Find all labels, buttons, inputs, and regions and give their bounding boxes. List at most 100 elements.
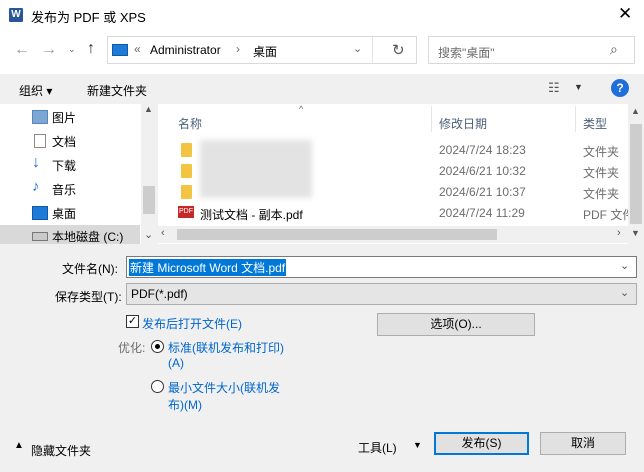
sidebar-item-desktop[interactable]: 桌面 (30, 202, 140, 224)
publish-button[interactable]: 发布(S) (434, 432, 529, 455)
recent-dropdown-icon[interactable]: ⌄ (68, 44, 76, 55)
desktop-icon (112, 44, 128, 56)
optimize-minimum-radio[interactable] (151, 380, 164, 393)
word-icon: W (9, 8, 23, 22)
scroll-down-icon[interactable]: ▼ (631, 228, 640, 238)
up-arrow-icon[interactable]: ↑ (87, 40, 95, 58)
download-icon: ↓ (32, 154, 40, 171)
breadcrumb-item-administrator[interactable]: Administrator (150, 43, 221, 57)
column-header-date[interactable]: 修改日期 (439, 115, 487, 132)
sidebar-item-label: 图片 (52, 110, 77, 125)
search-icon[interactable]: ⌕ (610, 41, 618, 58)
table-row[interactable]: 2024/6/21 10:37 文件夹 (158, 182, 628, 203)
optimize-minimum-label-cont[interactable]: 布)(M) (168, 396, 202, 413)
file-date: 2024/6/21 10:32 (439, 164, 526, 178)
organize-button[interactable]: 组织 ▾ (19, 82, 52, 99)
sidebar-scrollbar[interactable] (141, 104, 158, 244)
optimize-minimum-label[interactable]: 最小文件大小(联机发 (168, 379, 280, 396)
search-input[interactable]: 搜索"桌面" (438, 44, 495, 61)
open-after-publish-checkbox[interactable]: ✓ (126, 315, 139, 328)
filetype-label: 保存类型(T): (55, 290, 122, 304)
scroll-right-icon[interactable]: › (617, 227, 621, 239)
folder-icon (181, 143, 192, 157)
file-date: 2024/6/21 10:37 (439, 185, 526, 199)
scrollbar-thumb[interactable] (143, 186, 155, 214)
view-options-icon[interactable]: ☷ (548, 80, 560, 96)
optimize-label: 优化: (118, 341, 146, 355)
column-header-name[interactable]: 名称 (178, 115, 202, 132)
window-title: 发布为 PDF 或 XPS (31, 10, 146, 25)
table-row[interactable]: 2024/6/21 10:32 文件夹 (158, 161, 628, 182)
sidebar-item-documents[interactable]: 文档 (30, 130, 140, 152)
file-list: ^ 名称 修改日期 类型 2024/7/24 18:23 文件夹 2024/6/… (158, 104, 634, 243)
breadcrumb-item-desktop[interactable]: 桌面 (253, 43, 277, 60)
sidebar-item-music[interactable]: ♪ 音乐 (30, 178, 140, 200)
table-row[interactable]: PDF 测试文档 - 副本.pdf 2024/7/24 11:29 PDF 文件 (158, 203, 634, 224)
close-icon[interactable]: ✕ (618, 4, 632, 24)
breadcrumb-chevron-icon[interactable]: › (236, 42, 240, 56)
music-icon: ♪ (32, 178, 40, 195)
optimize-standard-radio[interactable] (151, 340, 164, 353)
title-bar: W 发布为 PDF 或 XPS ✕ (0, 0, 644, 31)
sidebar-item-label: 文档 (52, 134, 77, 149)
scroll-down-icon[interactable]: ⌄ (144, 228, 153, 241)
divider (431, 106, 432, 132)
sidebar-item-label: 本地磁盘 (C:) (52, 229, 124, 244)
sidebar-item-label: 下载 (52, 158, 77, 173)
sidebar-item-label: 音乐 (52, 182, 77, 197)
table-row[interactable]: 2024/7/24 18:23 文件夹 (158, 140, 628, 161)
drive-icon (32, 232, 48, 241)
new-folder-button[interactable]: 新建文件夹 (87, 82, 147, 99)
filetype-value: PDF(*.pdf) (131, 287, 188, 301)
divider (575, 106, 576, 132)
column-header-type[interactable]: 类型 (583, 115, 607, 132)
file-type: 文件夹 (583, 187, 620, 201)
chevron-down-icon[interactable]: ▼ (574, 82, 583, 92)
scroll-up-icon[interactable]: ▲ (631, 106, 640, 116)
navigation-pane: 图片 文档 ↓ 下载 ♪ 音乐 桌面 本地磁盘 (C:) ▲ ⌄ (0, 104, 158, 247)
hide-folders-button[interactable]: 隐藏文件夹 (31, 442, 91, 459)
options-button[interactable]: 选项(O)... (377, 313, 535, 336)
tools-button[interactable]: 工具(L) (358, 439, 397, 456)
sidebar-item-downloads[interactable]: ↓ 下载 (30, 154, 140, 176)
open-after-publish-label[interactable]: 发布后打开文件(E) (142, 315, 242, 332)
breadcrumb-prefix: « (134, 42, 141, 56)
filename-field[interactable]: 新建 Microsoft Word 文档.pdf ⌄ (126, 256, 637, 278)
save-options-panel: 文件名(N): 新建 Microsoft Word 文档.pdf ⌄ 保存类型(… (0, 244, 644, 472)
search-box[interactable]: 搜索"桌面" ⌕ (428, 36, 635, 64)
folder-icon (181, 185, 192, 199)
radio-dot (155, 344, 160, 349)
file-date: 2024/7/24 11:29 (439, 206, 525, 220)
chevron-up-icon[interactable]: ▲ (14, 440, 24, 451)
chevron-down-icon[interactable]: ⌄ (620, 286, 629, 299)
cancel-button[interactable]: 取消 (540, 432, 626, 455)
refresh-icon[interactable]: ↻ (392, 41, 405, 59)
file-name: 测试文档 - 副本.pdf (200, 208, 303, 222)
scroll-left-icon[interactable]: ‹ (161, 227, 165, 239)
scroll-up-icon[interactable]: ▲ (144, 104, 153, 114)
sidebar-item-pictures[interactable]: 图片 (30, 106, 140, 128)
back-arrow-icon[interactable]: ← (14, 41, 30, 59)
optimize-standard-label-hotkey[interactable]: (A) (168, 356, 184, 370)
chevron-down-icon[interactable]: ⌄ (353, 42, 362, 55)
forward-arrow-icon[interactable]: → (41, 41, 57, 59)
filetype-select[interactable]: PDF(*.pdf) ⌄ (126, 283, 637, 305)
filename-label: 文件名(N): (62, 262, 118, 276)
toolbar: 组织 ▾ 新建文件夹 ☷ ▼ ? (0, 74, 644, 104)
documents-icon (34, 134, 46, 148)
chevron-down-icon[interactable]: ⌄ (620, 259, 629, 272)
address-bar[interactable]: « Administrator › 桌面 ⌄ ↻ (107, 36, 417, 64)
sort-up-icon: ^ (299, 104, 304, 114)
file-type: PDF 文件 (583, 208, 635, 222)
chevron-down-icon[interactable]: ▼ (413, 440, 422, 450)
sidebar-item-label: 桌面 (52, 206, 77, 221)
pdf-icon: PDF (178, 206, 194, 218)
scrollbar-thumb[interactable] (630, 124, 642, 224)
file-type: 文件夹 (583, 166, 620, 180)
filename-input[interactable]: 新建 Microsoft Word 文档.pdf (129, 259, 287, 276)
file-type: 文件夹 (583, 145, 620, 159)
scrollbar-thumb[interactable] (177, 229, 497, 240)
help-icon[interactable]: ? (611, 79, 629, 97)
optimize-standard-label[interactable]: 标准(联机发布和打印) (168, 339, 284, 356)
desktop-icon (32, 206, 48, 220)
